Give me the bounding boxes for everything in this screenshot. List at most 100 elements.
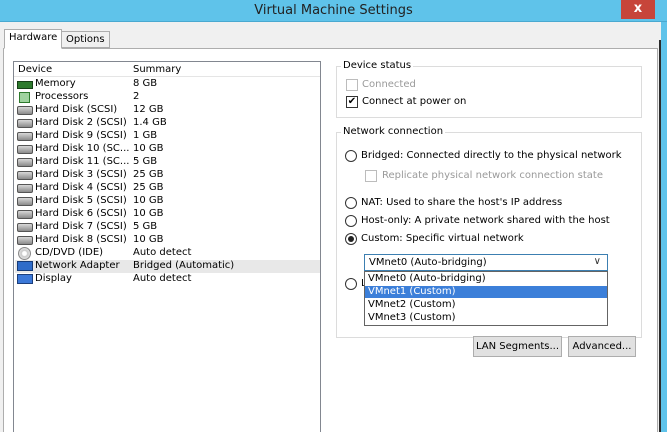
connect-at-power-on-label: Connect at power on bbox=[362, 96, 467, 107]
device-row-hard-disk-5[interactable]: Hard Disk 5 (SCSI) 10 GB bbox=[15, 195, 320, 208]
bridged-radio[interactable] bbox=[345, 150, 357, 162]
device-summary: Auto detect bbox=[133, 247, 192, 258]
device-name: Hard Disk 5 (SCSI) bbox=[35, 195, 127, 206]
device-name: Hard Disk 9 (SCSI) bbox=[35, 130, 127, 141]
device-row-memory[interactable]: Memory 8 GB bbox=[15, 78, 320, 91]
bridged-label: Bridged: Connected directly to the physi… bbox=[361, 150, 622, 161]
device-row-hard-disk-2[interactable]: Hard Disk 2 (SCSI) 1.4 GB bbox=[15, 117, 320, 130]
device-name: Network Adapter bbox=[35, 260, 120, 271]
virtual-network-dropdown: VMnet0 (Auto-bridging) VMnet1 (Custom) V… bbox=[364, 271, 608, 326]
device-summary: 5 GB bbox=[133, 221, 158, 232]
network-adapter-icon bbox=[17, 261, 33, 271]
memory-icon bbox=[17, 81, 33, 89]
device-name: Hard Disk 7 (SCSI) bbox=[35, 221, 127, 232]
hard-disk-icon bbox=[17, 171, 33, 180]
lan-segments-button[interactable]: LAN Segments... bbox=[473, 336, 562, 357]
display-icon bbox=[17, 274, 33, 284]
replicate-state-label: Replicate physical network connection st… bbox=[382, 170, 604, 181]
device-name: Display bbox=[35, 273, 72, 284]
dropdown-option-vmnet2[interactable]: VMnet2 (Custom) bbox=[365, 299, 607, 311]
close-button[interactable]: x bbox=[621, 0, 655, 19]
device-name: Hard Disk 2 (SCSI) bbox=[35, 117, 127, 128]
device-summary: 2 bbox=[133, 91, 140, 102]
window-shadow bbox=[659, 40, 661, 432]
nat-label: NAT: Used to share the host's IP address bbox=[361, 197, 563, 208]
device-row-hard-disk-10[interactable]: Hard Disk 10 (SC... 10 GB bbox=[15, 143, 320, 156]
device-summary: 5 GB bbox=[133, 156, 158, 167]
host-only-label: Host-only: A private network shared with… bbox=[361, 215, 610, 226]
device-summary: 1.4 GB bbox=[133, 117, 167, 128]
device-name: Hard Disk 10 (SC... bbox=[35, 143, 130, 154]
device-summary: 10 GB bbox=[133, 195, 164, 206]
device-row-hard-disk-7[interactable]: Hard Disk 7 (SCSI) 5 GB bbox=[15, 221, 320, 234]
device-row-display[interactable]: Display Auto detect bbox=[15, 273, 320, 286]
custom-label: Custom: Specific virtual network bbox=[361, 233, 524, 244]
processor-icon bbox=[19, 92, 30, 103]
device-column-header[interactable]: Device bbox=[18, 64, 52, 75]
lan-segment-radio[interactable] bbox=[345, 278, 357, 290]
device-row-hard-disk-3[interactable]: Hard Disk 3 (SCSI) 25 GB bbox=[15, 169, 320, 182]
device-summary: Bridged (Automatic) bbox=[133, 260, 235, 271]
cd-dvd-icon bbox=[18, 247, 31, 260]
dropdown-option-vmnet1[interactable]: VMnet1 (Custom) bbox=[365, 286, 607, 298]
nat-radio[interactable] bbox=[345, 197, 357, 209]
device-name: Hard Disk (SCSI) bbox=[35, 104, 118, 115]
advanced-button[interactable]: Advanced... bbox=[568, 336, 636, 357]
tab-hardware[interactable]: Hardware bbox=[4, 29, 63, 49]
window-edge bbox=[661, 22, 667, 432]
device-name: CD/DVD (IDE) bbox=[35, 247, 104, 258]
device-summary: 12 GB bbox=[133, 104, 164, 115]
device-name: Hard Disk 3 (SCSI) bbox=[35, 169, 127, 180]
device-row-hard-disk-6[interactable]: Hard Disk 6 (SCSI) 10 GB bbox=[15, 208, 320, 221]
title-bar: Virtual Machine Settings x bbox=[0, 0, 667, 22]
hard-disk-icon bbox=[17, 236, 33, 245]
device-row-network-adapter[interactable]: Network Adapter Bridged (Automatic) bbox=[15, 260, 320, 273]
hard-disk-icon bbox=[17, 223, 33, 232]
hard-disk-icon bbox=[17, 184, 33, 193]
hard-disk-icon bbox=[17, 106, 33, 115]
connected-label: Connected bbox=[362, 79, 416, 90]
summary-column-header[interactable]: Summary bbox=[133, 64, 181, 75]
device-summary: 10 GB bbox=[133, 234, 164, 245]
dropdown-option-vmnet3[interactable]: VMnet3 (Custom) bbox=[365, 312, 607, 324]
device-list-header: Device Summary bbox=[14, 62, 320, 77]
device-name: Processors bbox=[35, 91, 89, 102]
device-summary: 8 GB bbox=[133, 78, 158, 89]
hard-disk-icon bbox=[17, 158, 33, 167]
virtual-network-select[interactable]: VMnet0 (Auto-bridging) ∨ bbox=[364, 254, 608, 271]
connect-at-power-on-checkbox[interactable]: ✔ bbox=[346, 96, 358, 108]
device-summary: 25 GB bbox=[133, 169, 164, 180]
hard-disk-icon bbox=[17, 197, 33, 206]
device-row-hard-disk[interactable]: Hard Disk (SCSI) 12 GB bbox=[15, 104, 320, 117]
tab-options[interactable]: Options bbox=[61, 31, 110, 48]
hard-disk-icon bbox=[17, 210, 33, 219]
hard-disk-icon bbox=[17, 119, 33, 128]
connected-checkbox[interactable] bbox=[346, 79, 358, 91]
device-row-cd-dvd[interactable]: CD/DVD (IDE) Auto detect bbox=[15, 247, 320, 260]
device-summary: 1 GB bbox=[133, 130, 158, 141]
dropdown-option-vmnet0[interactable]: VMnet0 (Auto-bridging) bbox=[365, 273, 607, 285]
device-row-hard-disk-11[interactable]: Hard Disk 11 (SC... 5 GB bbox=[15, 156, 320, 169]
device-status-legend: Device status bbox=[341, 60, 414, 71]
device-status-group: Device status bbox=[336, 60, 642, 118]
device-summary: 10 GB bbox=[133, 208, 164, 219]
device-row-processors[interactable]: Processors 2 bbox=[15, 91, 320, 104]
window-title: Virtual Machine Settings bbox=[254, 3, 413, 18]
custom-radio[interactable] bbox=[345, 233, 357, 245]
device-summary: Auto detect bbox=[133, 273, 192, 284]
hard-disk-icon bbox=[17, 145, 33, 154]
chevron-down-icon[interactable]: ∨ bbox=[594, 256, 601, 267]
hard-disk-icon bbox=[17, 132, 33, 141]
host-only-radio[interactable] bbox=[345, 215, 357, 227]
device-row-hard-disk-4[interactable]: Hard Disk 4 (SCSI) 25 GB bbox=[15, 182, 320, 195]
device-row-hard-disk-8[interactable]: Hard Disk 8 (SCSI) 10 GB bbox=[15, 234, 320, 247]
device-list[interactable]: Device Summary Memory 8 GB Processors 2 … bbox=[13, 61, 321, 432]
replicate-state-checkbox[interactable] bbox=[365, 170, 377, 182]
device-name: Hard Disk 11 (SC... bbox=[35, 156, 130, 167]
device-row-hard-disk-9[interactable]: Hard Disk 9 (SCSI) 1 GB bbox=[15, 130, 320, 143]
device-name: Hard Disk 4 (SCSI) bbox=[35, 182, 127, 193]
device-name: Memory bbox=[35, 78, 76, 89]
device-name: Hard Disk 6 (SCSI) bbox=[35, 208, 127, 219]
network-connection-legend: Network connection bbox=[341, 126, 446, 137]
device-name: Hard Disk 8 (SCSI) bbox=[35, 234, 127, 245]
